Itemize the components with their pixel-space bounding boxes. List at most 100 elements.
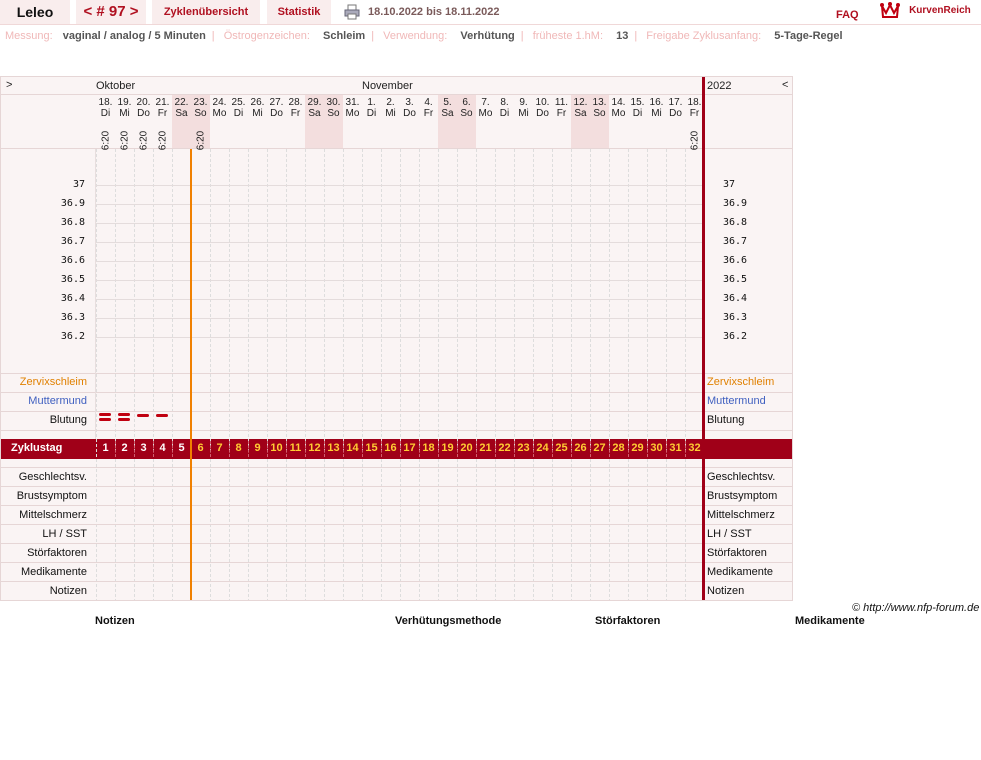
cycle-day: 20 xyxy=(460,442,473,454)
cycle-day: 26 xyxy=(574,442,587,454)
brand-logo[interactable]: KurvenReich xyxy=(880,0,971,22)
cycle-day: 28 xyxy=(612,442,625,454)
faq-link[interactable]: FAQ xyxy=(836,3,859,27)
temp-label-left: 36.8 xyxy=(60,217,85,228)
copyright: © http://www.nfp-forum.de xyxy=(852,602,980,614)
cycle-day-sep xyxy=(419,441,420,457)
temp-label-right: 36.8 xyxy=(723,217,748,228)
grid-column xyxy=(514,149,515,600)
row-label-right: Mittelschmerz xyxy=(707,509,775,521)
nav-next[interactable]: < xyxy=(782,79,788,91)
date-range: 18.10.2022 bis 18.11.2022 xyxy=(368,6,500,18)
day-date: 13. xyxy=(592,97,607,108)
day-date: 24. xyxy=(212,97,227,108)
cycle-day: 18 xyxy=(422,442,435,454)
cycle-day: 9 xyxy=(254,442,261,454)
cycle-day: 27 xyxy=(593,442,606,454)
cycle-day-sep xyxy=(533,441,534,457)
cycle-day: 15 xyxy=(365,442,378,454)
cycle-day: 5 xyxy=(178,442,185,454)
temp-label-left: 36.2 xyxy=(60,331,85,342)
top-bar: Leleo < # 97 > Zyklenübersicht Statistik… xyxy=(0,0,981,25)
grid-column xyxy=(381,149,382,600)
day-weekday: Mi xyxy=(651,108,662,119)
day-date: 26. xyxy=(250,97,265,108)
day-weekday: Sa xyxy=(441,108,454,119)
grid-column xyxy=(533,149,534,600)
day-date: 15. xyxy=(630,97,645,108)
bleeding-mark xyxy=(156,414,168,417)
temp-label-right: 36.6 xyxy=(723,255,748,266)
row-label-left: Mittelschmerz xyxy=(19,509,87,521)
cycle-day-sep xyxy=(400,441,401,457)
row-label-right: LH / SST xyxy=(707,528,752,540)
day-date: 3. xyxy=(405,97,414,108)
cycle-day-sep xyxy=(476,441,477,457)
row-divider xyxy=(1,524,792,525)
year-label: 2022 xyxy=(707,80,732,92)
temp-gridline xyxy=(96,261,702,262)
day-weekday: Do xyxy=(270,108,283,119)
day-date: 11. xyxy=(554,97,569,108)
cycle-day: 12 xyxy=(308,442,321,454)
bleeding-mark xyxy=(137,414,149,417)
day-weekday: Sa xyxy=(175,108,188,119)
measurement-value: vaginal / analog / 5 Minuten xyxy=(62,30,206,42)
temp-label-left: 37 xyxy=(72,179,85,190)
row-label-right: Muttermund xyxy=(707,395,766,407)
cycle-day-sep xyxy=(666,441,667,457)
cycle-nav[interactable]: < # 97 > xyxy=(76,0,146,24)
nav-prev[interactable]: > xyxy=(6,79,12,91)
temp-label-left: 36.9 xyxy=(60,198,85,209)
day-date: 2. xyxy=(386,97,395,108)
grid-column xyxy=(400,149,401,600)
measure-time: 6:20 xyxy=(689,130,700,151)
day-weekday: Do xyxy=(137,108,150,119)
month-october: Oktober xyxy=(96,80,136,92)
cycle-day-sep xyxy=(457,441,458,457)
cycle-day-sep xyxy=(248,441,249,457)
day-date: 27. xyxy=(269,97,284,108)
grid-column xyxy=(552,149,553,600)
cycle-day: 23 xyxy=(517,442,530,454)
cycle-day-sep xyxy=(286,441,287,457)
temp-label-right: 37 xyxy=(723,179,736,190)
grid-column xyxy=(647,149,648,600)
day-weekday: Fr xyxy=(157,108,168,119)
tab-statistics[interactable]: Statistik xyxy=(267,0,331,24)
row-divider xyxy=(1,543,792,544)
cycle-day-sep xyxy=(495,441,496,457)
day-date: 30. xyxy=(326,97,341,108)
cycle-day: 1 xyxy=(102,442,109,454)
cycle-day-sep xyxy=(438,441,439,457)
usage-value: Verhütung xyxy=(460,30,515,42)
disturbances-heading: Störfaktoren xyxy=(595,615,661,627)
day-weekday: Mi xyxy=(119,108,130,119)
tab-cycle-overview[interactable]: Zyklenübersicht xyxy=(152,0,260,24)
cycle-day: 4 xyxy=(159,442,166,454)
cycle-day-sep xyxy=(343,441,344,457)
row-label-right: Störfaktoren xyxy=(707,547,767,559)
day-date: 1. xyxy=(367,97,376,108)
day-weekday: Sa xyxy=(574,108,587,119)
cycle-day: 29 xyxy=(631,442,644,454)
day-date: 8. xyxy=(500,97,509,108)
day-date: 23. xyxy=(193,97,208,108)
printer-icon[interactable] xyxy=(344,4,360,20)
temp-label-right: 36.5 xyxy=(723,274,748,285)
row-label-right: Notizen xyxy=(707,585,745,597)
grid-column xyxy=(495,149,496,600)
cycle-day-sep xyxy=(628,441,629,457)
day-date: 21. xyxy=(155,97,170,108)
day-weekday: So xyxy=(460,108,473,119)
grid-column xyxy=(343,149,344,600)
measurement-label: Messung: xyxy=(5,30,53,42)
cycle-day-sep xyxy=(267,441,268,457)
temp-label-right: 36.2 xyxy=(723,331,748,342)
measure-time: 6:20 xyxy=(157,130,168,151)
cycle-day-sep xyxy=(514,441,515,457)
row-divider xyxy=(1,505,792,506)
cycle-day: 16 xyxy=(384,442,397,454)
grid-column xyxy=(210,149,211,600)
temp-label-left: 36.5 xyxy=(60,274,85,285)
